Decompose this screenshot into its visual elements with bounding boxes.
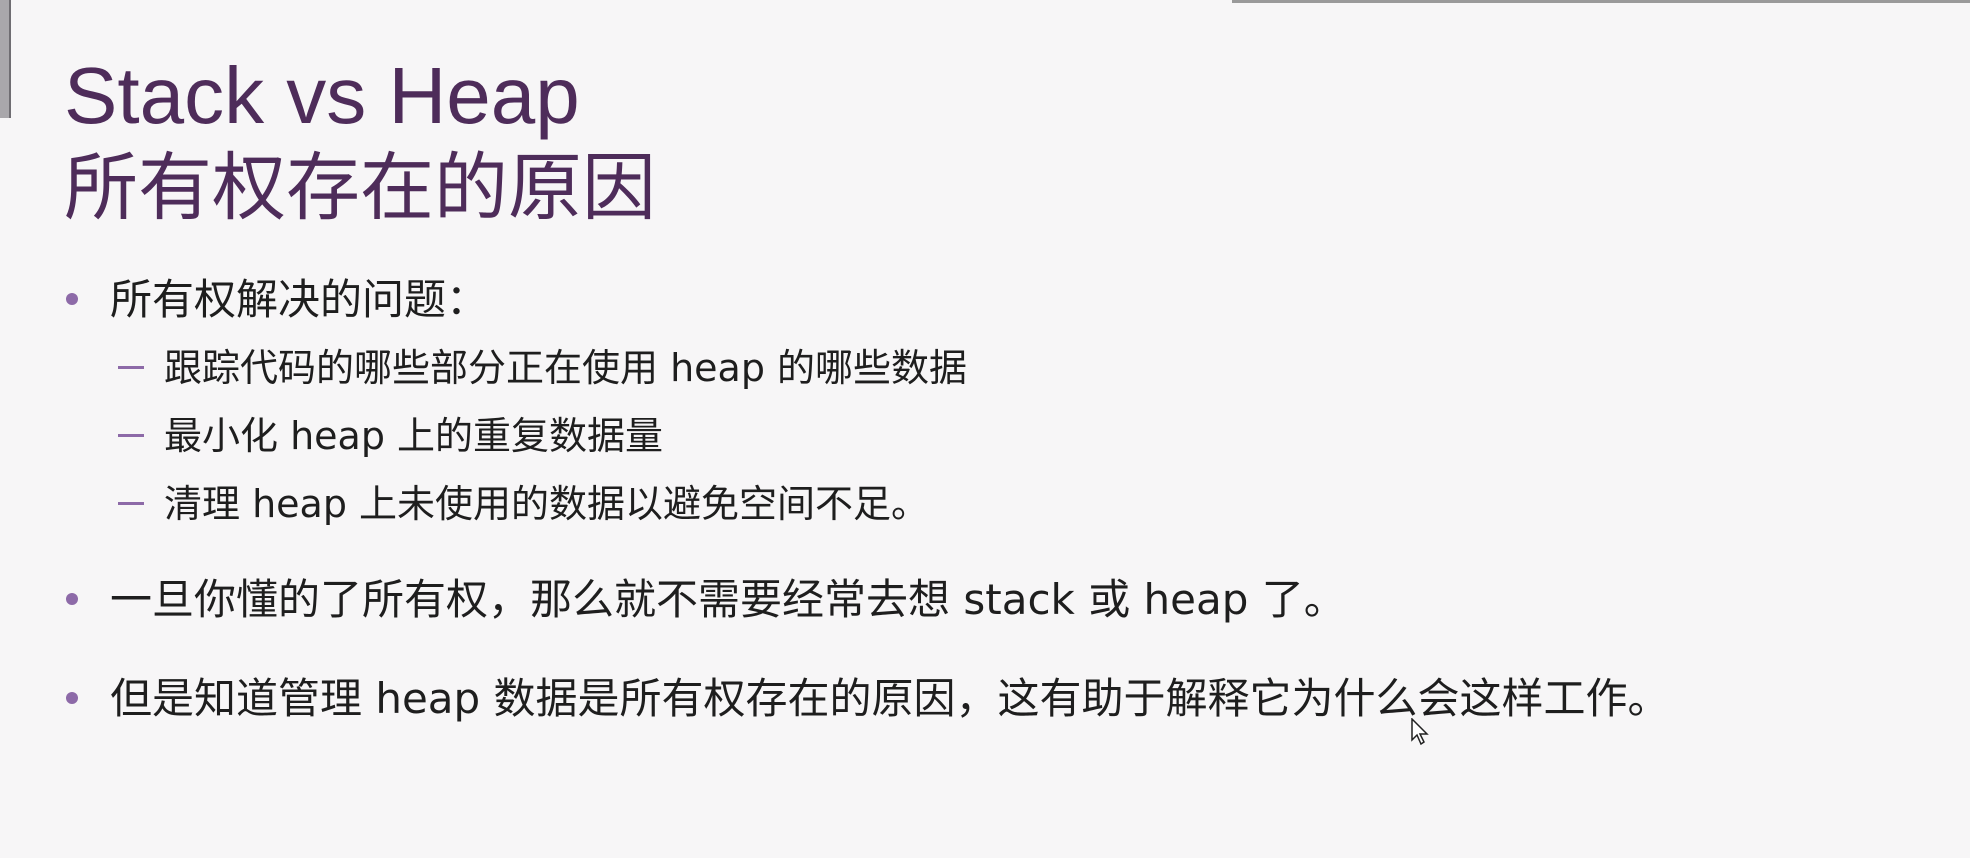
bullet-text: 所有权解决的问题： [110, 275, 489, 324]
sub-bullet-text: 清理 heap 上未使用的数据以避免空间不足。 [164, 482, 930, 526]
sub-bullet-item: 最小化 heap 上的重复数据量 [118, 412, 663, 460]
title-line-2: 所有权存在的原因 [64, 145, 656, 231]
top-toolbar-edge [1232, 0, 1970, 3]
dash-icon [118, 502, 144, 505]
window-edge [0, 0, 11, 118]
bullet-item: 所有权解决的问题： [66, 274, 488, 326]
sub-bullet-text: 跟踪代码的哪些部分正在使用 heap 的哪些数据 [164, 346, 968, 390]
bullet-item: 但是知道管理 heap 数据是所有权存在的原因，这有助于解释它为什么会这样工作。 [66, 673, 1670, 725]
presentation-slide: Stack vs Heap 所有权存在的原因 所有权解决的问题： 跟踪代码的哪些… [0, 0, 1970, 858]
bullet-item: 一旦你懂的了所有权，那么就不需要经常去想 stack 或 heap 了。 [66, 574, 1346, 626]
sub-bullet-text: 最小化 heap 上的重复数据量 [164, 414, 664, 458]
title-line-1: Stack vs Heap [64, 51, 580, 140]
sub-bullet-item: 清理 heap 上未使用的数据以避免空间不足。 [118, 480, 929, 528]
sub-bullet-item: 跟踪代码的哪些部分正在使用 heap 的哪些数据 [118, 344, 967, 392]
bullet-text: 一旦你懂的了所有权，那么就不需要经常去想 stack 或 heap 了。 [110, 575, 1346, 624]
bullet-dot-icon [66, 292, 78, 305]
mouse-cursor-icon [1411, 718, 1429, 746]
bullet-dot-icon [66, 592, 78, 605]
slide-title: Stack vs Heap 所有权存在的原因 [64, 52, 656, 234]
bullet-dot-icon [66, 691, 78, 704]
bullet-text: 但是知道管理 heap 数据是所有权存在的原因，这有助于解释它为什么会这样工作。 [110, 674, 1670, 723]
dash-icon [118, 434, 144, 437]
dash-icon [118, 366, 144, 369]
